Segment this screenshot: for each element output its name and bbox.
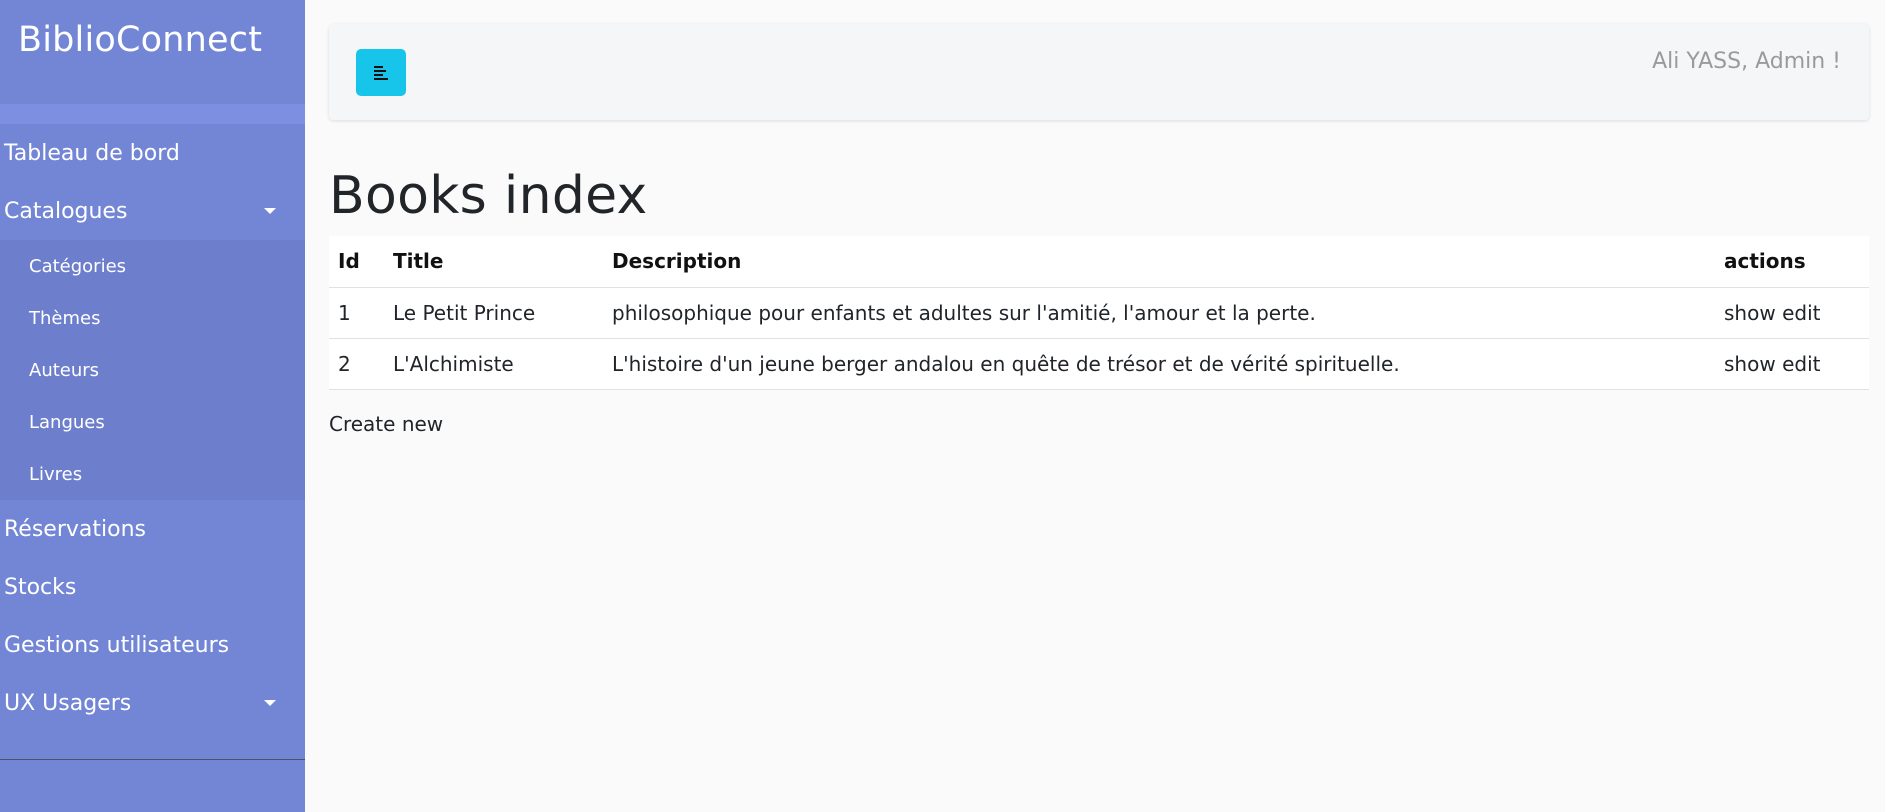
caret-down-icon — [264, 700, 276, 706]
cell-id: 1 — [329, 287, 384, 339]
user-greeting: Ali YASS, Admin ! — [1652, 48, 1841, 74]
sidebar-item-ux-users[interactable]: UX Usagers — [0, 674, 305, 732]
submenu-item-languages[interactable]: Langues — [0, 396, 305, 448]
cell-actions: show edit — [1715, 287, 1869, 339]
show-link[interactable]: show — [1724, 301, 1776, 325]
brand-strip — [0, 104, 305, 124]
column-header-description: Description — [603, 236, 1715, 288]
sidebar-nav: Tableau de bord Catalogues Catégories Th… — [0, 124, 305, 732]
top-navbar: Ali YASS, Admin ! — [329, 24, 1869, 120]
sidebar-item-label: Stocks — [4, 574, 77, 600]
sidebar: BiblioConnect Tableau de bord Catalogues… — [0, 0, 305, 812]
cell-title: L'Alchimiste — [384, 338, 603, 390]
sidebar-item-label: Gestions utilisateurs — [4, 632, 230, 658]
caret-down-icon — [264, 208, 276, 214]
sidebar-item-reservations[interactable]: Réservations — [0, 500, 305, 558]
sidebar-item-stocks[interactable]: Stocks — [0, 558, 305, 616]
column-header-title: Title — [384, 236, 603, 288]
sidebar-toggle-button[interactable] — [356, 48, 406, 96]
sidebar-item-user-management[interactable]: Gestions utilisateurs — [0, 616, 305, 674]
submenu-item-themes[interactable]: Thèmes — [0, 292, 305, 344]
align-left-icon — [374, 66, 388, 80]
edit-link[interactable]: edit — [1782, 301, 1820, 325]
submenu-item-categories[interactable]: Catégories — [0, 240, 305, 292]
sidebar-divider — [0, 759, 305, 760]
column-header-actions: actions — [1715, 236, 1869, 288]
table-row: 1 Le Petit Prince philosophique pour enf… — [329, 287, 1869, 339]
cell-description: philosophique pour enfants et adultes su… — [603, 287, 1715, 339]
edit-link[interactable]: edit — [1782, 352, 1820, 376]
cell-id: 2 — [329, 338, 384, 390]
table-header-row: Id Title Description actions — [329, 236, 1869, 288]
submenu-item-authors[interactable]: Auteurs — [0, 344, 305, 396]
main-content: Ali YASS, Admin ! Books index Id Title D… — [305, 0, 1885, 812]
column-header-id: Id — [329, 236, 384, 288]
sidebar-item-dashboard[interactable]: Tableau de bord — [0, 124, 305, 182]
sidebar-item-label: Catalogues — [4, 198, 128, 224]
sidebar-item-catalogues[interactable]: Catalogues — [0, 182, 305, 240]
table-row: 2 L'Alchimiste L'histoire d'un jeune ber… — [329, 338, 1869, 390]
cell-title: Le Petit Prince — [384, 287, 603, 339]
cell-actions: show edit — [1715, 338, 1869, 390]
brand-logo[interactable]: BiblioConnect — [0, 0, 305, 88]
sidebar-item-label: Réservations — [4, 516, 146, 542]
create-new-link[interactable]: Create new — [329, 412, 443, 436]
cell-description: L'histoire d'un jeune berger andalou en … — [603, 338, 1715, 390]
books-table: Id Title Description actions 1 Le Petit … — [329, 236, 1869, 390]
app-layout: BiblioConnect Tableau de bord Catalogues… — [0, 0, 1885, 812]
catalogues-submenu: Catégories Thèmes Auteurs Langues Livres — [0, 240, 305, 500]
page-title: Books index — [329, 166, 648, 226]
show-link[interactable]: show — [1724, 352, 1776, 376]
submenu-item-books[interactable]: Livres — [0, 448, 305, 500]
sidebar-item-label: UX Usagers — [4, 690, 132, 716]
sidebar-item-label: Tableau de bord — [4, 140, 180, 166]
